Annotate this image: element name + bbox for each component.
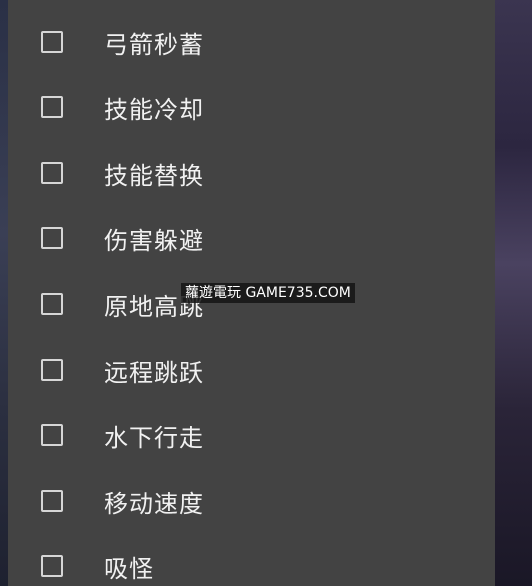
checkbox-icon[interactable] — [41, 31, 63, 53]
option-label: 伤害躲避 — [104, 226, 204, 255]
site-watermark: 蘿遊電玩 GAME735.COM — [181, 283, 355, 303]
checkbox-icon[interactable] — [41, 96, 63, 118]
option-item-skill-swap[interactable]: 技能替换 — [8, 145, 495, 201]
option-label: 技能替换 — [104, 161, 204, 190]
option-label: 水下行走 — [104, 423, 204, 452]
option-item-move-speed[interactable]: 移动速度 — [8, 473, 495, 529]
checkbox-icon[interactable] — [41, 227, 63, 249]
option-item-mob-vacuum[interactable]: 吸怪 — [8, 538, 495, 586]
option-item-damage-dodge[interactable]: 伤害躲避 — [8, 210, 495, 266]
option-label: 弓箭秒蓄 — [104, 30, 204, 59]
game-screen: 弓箭秒蓄 技能冷却 技能替换 伤害躲避 原地高跳 远程跳跃 水下行走 移动速度 … — [0, 0, 532, 586]
checkbox-icon[interactable] — [41, 555, 63, 577]
option-item-bow-charge[interactable]: 弓箭秒蓄 — [8, 14, 495, 70]
option-item-long-jump[interactable]: 远程跳跃 — [8, 342, 495, 398]
game-background-left — [0, 0, 8, 586]
game-background-right — [495, 0, 532, 586]
option-item-skill-cooldown[interactable]: 技能冷却 — [8, 79, 495, 135]
checkbox-icon[interactable] — [41, 162, 63, 184]
checkbox-icon[interactable] — [41, 359, 63, 381]
checkbox-icon[interactable] — [41, 490, 63, 512]
option-label: 移动速度 — [104, 489, 204, 518]
option-label: 技能冷却 — [104, 95, 204, 124]
checkbox-icon[interactable] — [41, 293, 63, 315]
checkbox-icon[interactable] — [41, 424, 63, 446]
option-item-underwater-walk[interactable]: 水下行走 — [8, 407, 495, 463]
option-label: 吸怪 — [104, 554, 154, 583]
option-label: 远程跳跃 — [104, 358, 204, 387]
